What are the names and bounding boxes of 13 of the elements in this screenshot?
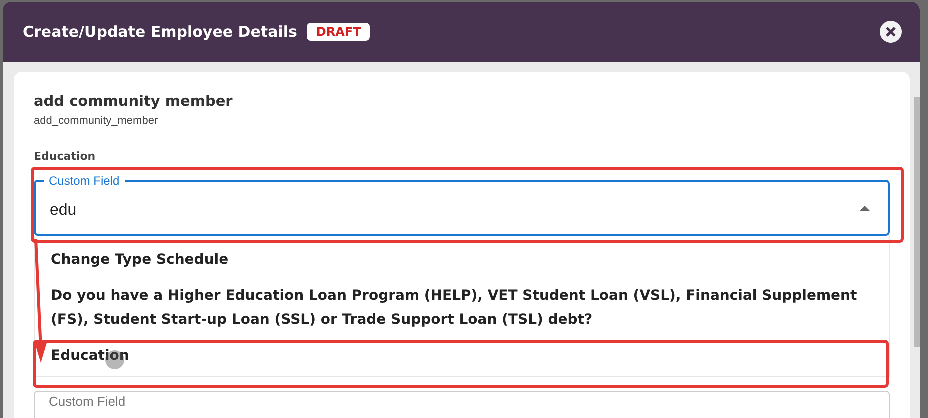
- caret-icon[interactable]: [860, 206, 870, 210]
- input-field[interactable]: Custom Field: [34, 391, 890, 418]
- close-icon[interactable]: [880, 21, 902, 43]
- section-key: add_community_member: [34, 115, 890, 127]
- scrollbar[interactable]: [914, 97, 920, 347]
- field-value: edu: [50, 201, 78, 220]
- floating-label: Custom Field: [44, 174, 125, 188]
- section-title: add community member: [34, 94, 234, 110]
- field-label: Education: [34, 151, 97, 162]
- dropdown-option[interactable]: Change Type Schedule: [35, 242, 889, 278]
- dialog-title: Create/Update Employee Details: [23, 23, 298, 41]
- dropdown-option[interactable]: Do you have a Higher Education Loan Program (HELP), VET Student Loan (VSL), Financial Supplement (FS), Student Start-up Loan (SSL) or Trade Support Loan (TSL) debt?: [35, 278, 889, 338]
- status-badge: DRAFT: [307, 23, 370, 41]
